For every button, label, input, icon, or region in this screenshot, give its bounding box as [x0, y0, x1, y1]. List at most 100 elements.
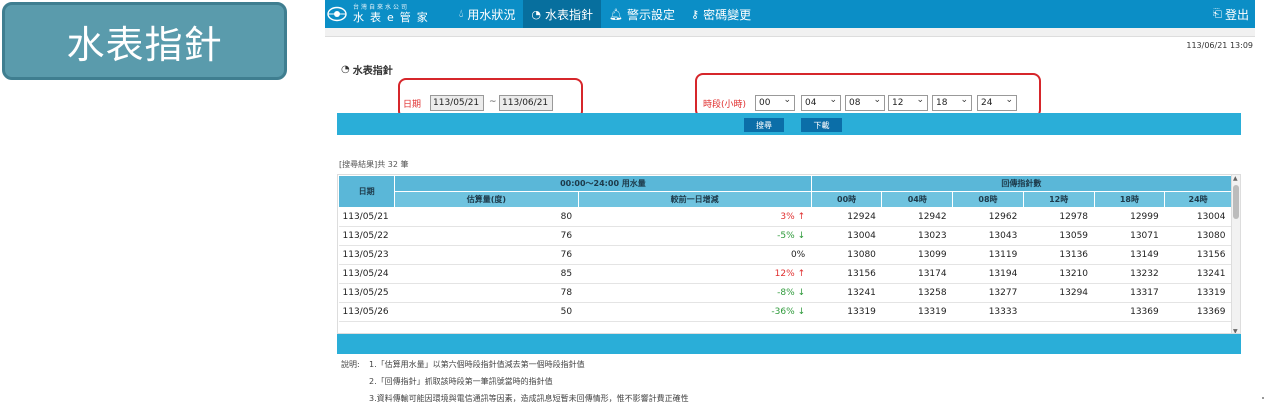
row-reading-cell: 13194 — [952, 264, 1024, 284]
notes-section: 說明: 1.「估算用水量」以第六個時段指針值減去第一個時段指針值 2.「回傳指針… — [341, 356, 689, 407]
readings-table-container: 日期 00:00～24:00 用水量 回傳指針數 估算量(度) 較前一日增減 0… — [337, 174, 1241, 334]
arrow-up-icon: ↑ — [797, 212, 806, 222]
row-reading-cell-text: 13043 — [988, 231, 1018, 241]
app-window: 台灣自來水公司 水表e管家 💧︎ 用水狀況 ◔ 水表指針 🔔︎ 警示設定 ⚷ 密… — [325, 0, 1255, 413]
row-reading-cell: 13156 — [1164, 245, 1232, 265]
row-usage-cell: 50 — [394, 302, 579, 322]
row-reading-cell: 13080 — [811, 245, 882, 265]
nav-water-usage-label: 用水狀況 — [467, 7, 516, 22]
row-reading-cell-text: 13319 — [917, 307, 947, 317]
row-reading-cell-text: 13319 — [1196, 288, 1226, 298]
nav-alert-settings[interactable]: 🔔︎ 警示設定 — [601, 0, 683, 28]
row-reading-cell: 13369 — [1164, 302, 1232, 322]
row-reading-cell: 13294 — [1023, 283, 1095, 303]
result-count: [搜尋結果]共 32 筆 — [339, 160, 409, 169]
row-reading-cell: 13136 — [1023, 245, 1095, 265]
nav-alert-settings-label: 警示設定 — [627, 7, 676, 22]
usage-change-header: 較前一日增減 — [577, 191, 812, 208]
scrollbar-thumb[interactable] — [1233, 185, 1239, 219]
row-usage-cell: 76 — [394, 245, 579, 265]
gauge-icon: ◔ — [341, 64, 350, 75]
hour-select-4[interactable]: 12 — [888, 93, 928, 111]
note-item-3: 3.資料傳輸可能因環境與電信通訊等因素，造成訊息短暫未回傳情形，惟不影響計費正確… — [369, 394, 689, 403]
row-date-cell: 113/05/23 — [338, 245, 395, 265]
row-reading-cell-text: 13241 — [847, 288, 876, 298]
row-reading-cell: 12999 — [1094, 207, 1165, 227]
row-reading-cell-text: 13294 — [1059, 288, 1089, 298]
row-reading-cell-text: 13232 — [1130, 269, 1159, 279]
row-reading-cell-text: 13156 — [1196, 250, 1226, 260]
arrow-down-icon: ↓ — [797, 307, 806, 317]
app-logo[interactable]: 台灣自來水公司 水表e管家 — [325, 0, 451, 28]
hour-04-header: 04時 — [881, 191, 954, 208]
hour-select-2[interactable]: 04 — [801, 93, 841, 111]
table-row: 113/05/26 50 -36% ↓ 13319 13319 13333 13369 1336… — [338, 302, 1232, 322]
hour-select-6[interactable]: 24 — [977, 93, 1017, 111]
nav-meter-reading[interactable]: ◔ 水表指針 — [523, 0, 602, 28]
row-reading-cell-text: 13317 — [1130, 288, 1159, 298]
row-reading-cell: 13156 — [811, 264, 882, 284]
row-reading-cell-text: 13258 — [917, 288, 947, 298]
nav-water-usage[interactable]: 💧︎ 用水狀況 — [451, 0, 523, 28]
row-change-cell: 3% ↑ — [578, 207, 812, 227]
arrow-up-icon: ↑ — [797, 269, 806, 279]
row-change-cell-text: -5% — [777, 231, 795, 241]
row-reading-cell-text: 13369 — [1130, 307, 1159, 317]
table-scrollbar[interactable]: ▲ ▼ — [1231, 175, 1240, 333]
row-reading-cell: 13319 — [1164, 283, 1232, 303]
page-title-label: 水表指針 — [352, 66, 393, 77]
row-reading-cell: 13319 — [881, 302, 953, 322]
reading-group-header: 回傳指針數 — [810, 175, 1233, 192]
row-reading-cell: 13099 — [881, 245, 953, 265]
row-usage-cell-text: 80 — [560, 212, 573, 222]
download-button[interactable]: 下載 — [801, 118, 842, 132]
row-change-cell: -36% ↓ — [578, 302, 812, 322]
row-date-cell-text: 113/05/23 — [342, 250, 389, 260]
logo-company-name: 台灣自來水公司 — [353, 4, 410, 11]
row-date-cell: 113/05/26 — [338, 302, 395, 322]
hour-08-header: 08時 — [952, 191, 1024, 208]
row-usage-cell: 85 — [394, 264, 579, 284]
row-reading-cell: 13174 — [881, 264, 953, 284]
row-change-cell: 12% ↑ — [578, 264, 812, 284]
row-usage-cell: 76 — [394, 226, 579, 246]
row-reading-cell-text: 13333 — [988, 307, 1018, 317]
search-button[interactable]: 搜尋 — [744, 118, 784, 132]
action-bar — [337, 113, 1241, 135]
note-item-2: 2.「回傳指針」抓取該時段第一筆訊號當時的指針值 — [369, 377, 553, 386]
logout-button[interactable]: ⎗ 登出 — [1213, 0, 1249, 28]
row-usage-cell: 80 — [394, 207, 579, 227]
logout-label: 登出 — [1224, 7, 1249, 22]
row-reading-cell: 13317 — [1094, 283, 1165, 303]
row-reading-cell: 13369 — [1094, 302, 1165, 322]
row-reading-cell: 13319 — [811, 302, 882, 322]
row-reading-cell-text: 12924 — [847, 212, 876, 222]
page-dot — [1262, 397, 1264, 399]
row-reading-cell: 13023 — [881, 226, 953, 246]
row-reading-cell: 13277 — [952, 283, 1024, 303]
nav-change-password-label: 密碼變更 — [703, 7, 752, 22]
usage-group-header: 00:00～24:00 用水量 — [394, 175, 812, 192]
row-reading-cell: 13043 — [952, 226, 1024, 246]
row-reading-cell-text: 13149 — [1130, 250, 1159, 260]
hour-24-header: 24時 — [1164, 191, 1232, 208]
table-row: 113/05/25 78 -8% ↓ 13241 13258 13277 13294 13317… — [338, 283, 1232, 303]
row-reading-cell-text: 13119 — [988, 250, 1018, 260]
row-reading-cell: 13080 — [1164, 226, 1232, 246]
date-to-input[interactable]: 113/06/21 — [499, 95, 553, 111]
row-reading-cell-text: 13080 — [1196, 231, 1226, 241]
hour-12-header: 12時 — [1022, 191, 1095, 208]
row-reading-cell-text: 13277 — [988, 288, 1018, 298]
hour-select-5[interactable]: 18 — [932, 93, 972, 111]
hour-select-1[interactable]: 00 — [755, 93, 795, 111]
readings-table: 日期 00:00～24:00 用水量 回傳指針數 估算量(度) 較前一日增減 0… — [338, 175, 1233, 322]
hour-select-3[interactable]: 08 — [845, 93, 885, 111]
scroll-up-icon[interactable]: ▲ — [1233, 175, 1238, 182]
row-reading-cell-text: 13004 — [1196, 212, 1226, 222]
row-usage-cell-text: 78 — [560, 288, 573, 298]
nav-change-password[interactable]: ⚷ 密碼變更 — [683, 0, 759, 28]
row-date-cell-text: 113/05/24 — [342, 269, 389, 279]
row-date-cell: 113/05/21 — [338, 207, 395, 227]
date-from-input[interactable]: 113/05/21 — [430, 95, 484, 111]
row-date-cell: 113/05/22 — [338, 226, 395, 246]
